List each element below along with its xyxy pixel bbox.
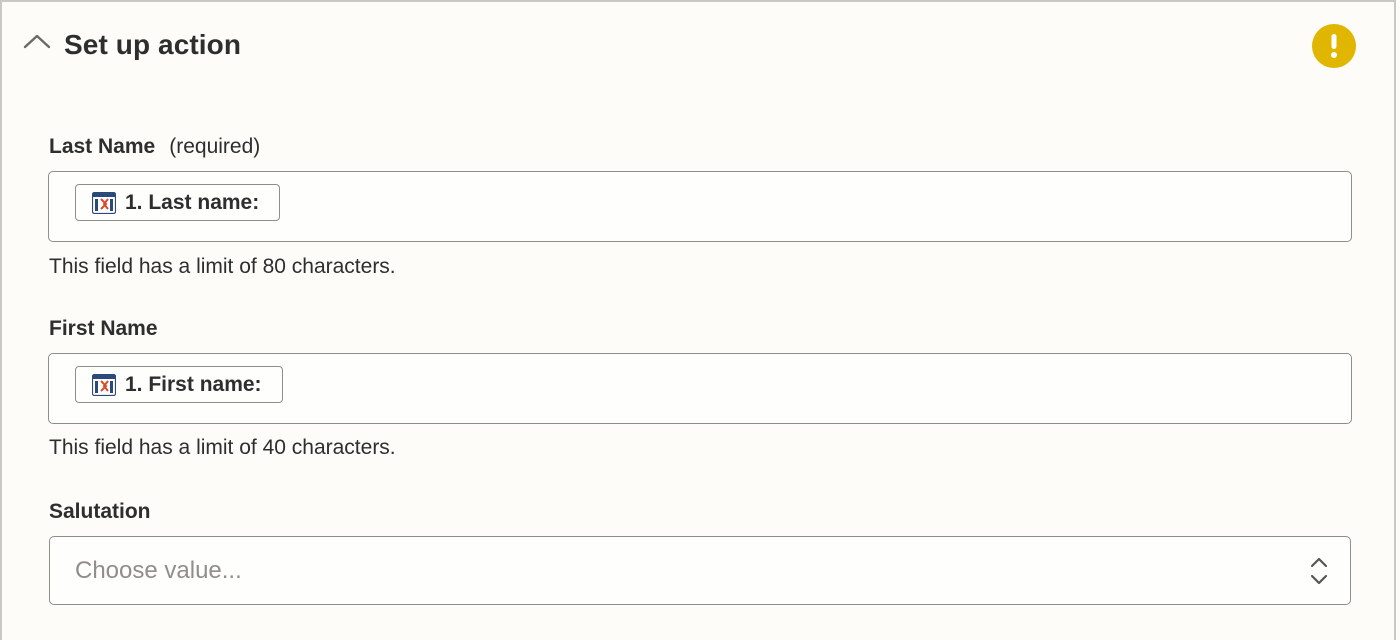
exclamation-icon: [1331, 34, 1337, 58]
first-name-label: First Name: [49, 316, 158, 342]
required-marker: (required): [169, 135, 261, 158]
last-name-pill-text: 1. Last name:: [125, 190, 260, 214]
first-name-help-text: This field has a limit of 40 characters.: [49, 436, 396, 459]
chevron-up-icon[interactable]: [22, 32, 52, 52]
app-logo-icon: [92, 191, 116, 214]
panel-title: Set up action: [64, 29, 242, 60]
warning-badge[interactable]: [1312, 24, 1356, 68]
setup-action-panel: Set up action Last Name (required) 1. Las…: [0, 0, 1396, 640]
last-name-label-text: Last Name: [49, 135, 156, 158]
salutation-label-text: Salutation: [49, 500, 151, 523]
last-name-field[interactable]: 1. Last name:: [48, 171, 1352, 242]
last-name-help-text: This field has a limit of 80 characters.: [49, 255, 396, 278]
salutation-label: Salutation: [49, 499, 151, 525]
last-name-mapped-pill[interactable]: 1. Last name:: [75, 184, 281, 221]
first-name-pill-text: 1. First name:: [125, 372, 262, 396]
first-name-mapped-pill[interactable]: 1. First name:: [75, 366, 283, 403]
first-name-field[interactable]: 1. First name:: [48, 353, 1352, 424]
salutation-select[interactable]: Choose value...: [49, 536, 1351, 605]
first-name-label-text: First Name: [49, 317, 158, 340]
app-logo-icon: [92, 373, 116, 396]
panel-header[interactable]: Set up action: [2, 2, 1394, 90]
last-name-label: Last Name (required): [49, 134, 260, 160]
salutation-placeholder: Choose value...: [75, 557, 242, 584]
up-down-chevron-icon: [1310, 557, 1328, 585]
